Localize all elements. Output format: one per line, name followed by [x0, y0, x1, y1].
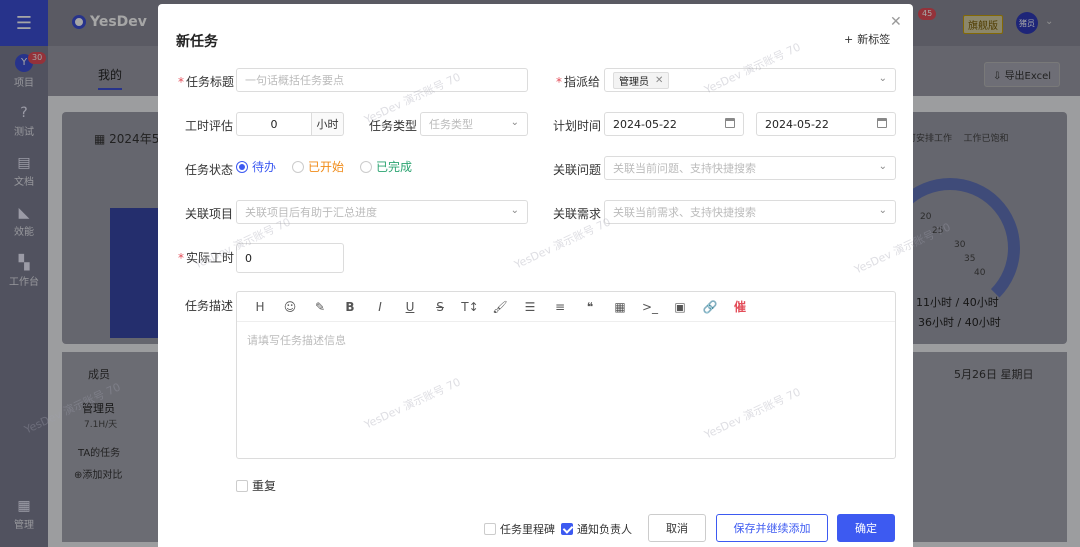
task-title-label: * 任务标题	[178, 73, 234, 90]
assignee-select[interactable]: 管理员 ✕ ⌄	[604, 68, 896, 92]
radio-dot	[292, 160, 305, 173]
related-issue-label: 关联问题	[553, 163, 602, 177]
save-continue-button[interactable]: 保存并继续添加	[716, 514, 828, 542]
link-icon[interactable]: 🔗	[701, 300, 719, 314]
emoji-icon[interactable]: ☺	[281, 300, 299, 314]
chevron-down-icon: ⌄	[878, 161, 887, 172]
editor-toolbar: H ☺ ✎ B I U S T↕ 🖌 ☰ ≡ ❝ ▦ >_ ▣ 🔗 催	[237, 292, 895, 322]
related-issue-select[interactable]: 关联当前问题、支持快捷搜索 ⌄	[604, 156, 896, 180]
related-req-label: 关联需求	[553, 207, 602, 221]
estimate-label: 工时评估	[185, 119, 234, 133]
radio-dot	[236, 160, 248, 173]
status-done-label: 已完成	[376, 160, 413, 174]
notify-label: 通知负责人	[577, 523, 632, 536]
table-icon[interactable]: ▦	[611, 300, 629, 314]
ok-button[interactable]: 确定	[837, 514, 895, 542]
status-todo-label: 待办	[252, 160, 277, 174]
description-editor[interactable]: H ☺ ✎ B I U S T↕ 🖌 ☰ ≡ ❝ ▦ >_ ▣ 🔗 催 请填写任…	[236, 291, 896, 459]
chevron-down-icon: ⌄	[878, 73, 887, 84]
related-project-placeholder: 关联项目后有助于汇总进度	[245, 206, 377, 219]
required-mark: *	[556, 75, 562, 89]
status-started-radio[interactable]: 已开始	[292, 158, 344, 175]
estimate-unit: 小时	[312, 112, 344, 136]
status-done-radio[interactable]: 已完成	[360, 158, 412, 175]
quote-icon[interactable]: ❝	[581, 300, 599, 314]
milestone-checkbox[interactable]: 任务里程碑	[484, 521, 555, 537]
tag-close-icon[interactable]: ✕	[655, 75, 663, 86]
bold-icon[interactable]: B	[341, 300, 359, 314]
checkbox-box	[484, 523, 496, 535]
actual-hours-label-text: 实际工时	[186, 251, 235, 265]
related-req-placeholder: 关联当前需求、支持快捷搜索	[613, 206, 756, 219]
plan-start-value: 2024-05-22	[613, 117, 677, 131]
image-icon[interactable]: ▣	[671, 300, 689, 314]
urge-icon[interactable]: 催	[731, 298, 749, 315]
required-mark: *	[178, 251, 184, 265]
status-started-label: 已开始	[308, 160, 345, 174]
milestone-label: 任务里程碑	[500, 523, 555, 536]
actual-hours-label: * 实际工时	[178, 249, 234, 266]
calendar-icon	[877, 118, 887, 128]
paint-brush-icon[interactable]: 🖌	[491, 300, 509, 314]
heading-icon[interactable]: H	[251, 300, 269, 314]
status-todo-radio[interactable]: 待办	[236, 158, 276, 175]
repeat-label: 重复	[252, 479, 277, 493]
related-req-select[interactable]: 关联当前需求、支持快捷搜索 ⌄	[604, 200, 896, 224]
repeat-checkbox[interactable]: 重复	[236, 477, 276, 494]
task-type-select[interactable]: 任务类型 ⌄	[420, 112, 528, 136]
new-tag-label: 新标签	[857, 33, 891, 46]
task-title-input[interactable]: 一句话概括任务要点	[236, 68, 528, 92]
underline-icon[interactable]: U	[401, 300, 419, 314]
code-icon[interactable]: >_	[641, 300, 659, 314]
italic-icon[interactable]: I	[371, 300, 389, 314]
assignee-tag: 管理员 ✕	[613, 71, 670, 89]
align-icon[interactable]: ≡	[551, 300, 569, 314]
modal-title: 新任务	[176, 34, 218, 50]
plan-end-value: 2024-05-22	[765, 117, 829, 131]
checkbox-box	[561, 523, 573, 535]
plan-end-date[interactable]: 2024-05-22	[756, 112, 896, 136]
task-type-label: 任务类型	[369, 119, 418, 133]
font-size-icon[interactable]: T↕	[461, 300, 479, 314]
estimate-input[interactable]: 0	[236, 112, 312, 136]
related-issue-placeholder: 关联当前问题、支持快捷搜索	[613, 162, 756, 175]
cancel-button[interactable]: 取消	[648, 514, 706, 542]
status-radio-group: 待办 已开始 已完成	[236, 158, 412, 175]
highlight-icon[interactable]: ✎	[311, 300, 329, 314]
plan-time-label: 计划时间	[553, 119, 602, 133]
task-type-placeholder: 任务类型	[429, 118, 473, 131]
required-mark: *	[178, 75, 184, 89]
strikethrough-icon[interactable]: S	[431, 300, 449, 314]
new-tag-button[interactable]: + 新标签	[844, 31, 890, 47]
notify-checkbox[interactable]: 通知负责人	[561, 521, 632, 537]
related-project-label: 关联项目	[185, 207, 234, 221]
actual-hours-input[interactable]: 0	[236, 243, 344, 273]
description-placeholder: 请填写任务描述信息	[247, 334, 346, 347]
assignee-label: * 指派给	[556, 73, 600, 90]
calendar-icon	[725, 118, 735, 128]
plan-start-date[interactable]: 2024-05-22	[604, 112, 744, 136]
radio-dot	[360, 160, 373, 173]
close-icon[interactable]: ✕	[890, 14, 902, 30]
plus-icon: +	[844, 33, 854, 46]
status-label: 任务状态	[185, 163, 234, 177]
chevron-down-icon: ⌄	[510, 205, 519, 216]
bullet-list-icon[interactable]: ☰	[521, 300, 539, 314]
related-project-select[interactable]: 关联项目后有助于汇总进度 ⌄	[236, 200, 528, 224]
chevron-down-icon: ⌄	[510, 117, 519, 128]
task-title-label-text: 任务标题	[186, 75, 235, 89]
assignee-label-text: 指派给	[564, 75, 601, 89]
description-label: 任务描述	[185, 299, 234, 313]
checkbox-box	[236, 479, 248, 492]
chevron-down-icon: ⌄	[878, 205, 887, 216]
assignee-tag-text: 管理员	[619, 76, 649, 88]
